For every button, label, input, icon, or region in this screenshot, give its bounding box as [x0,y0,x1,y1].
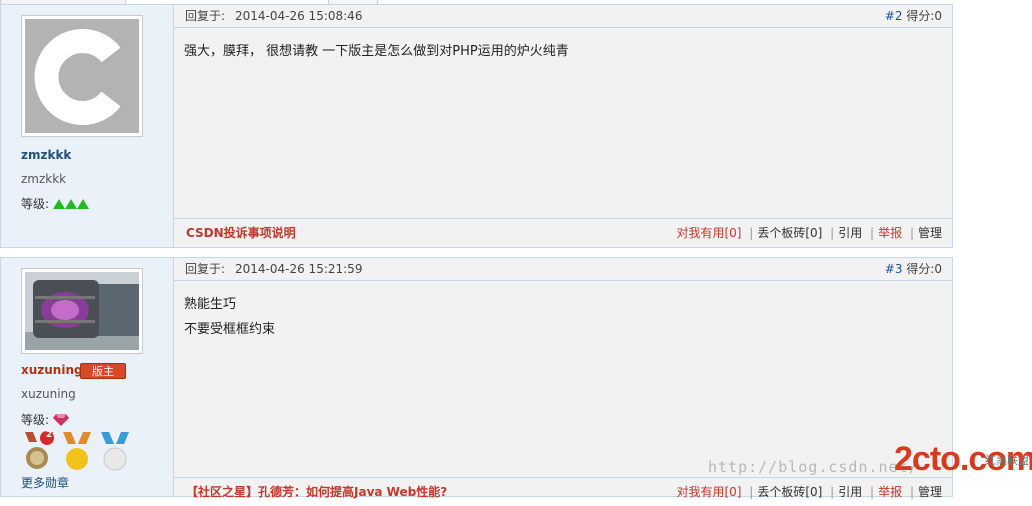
post-header: 回复于: 2014-04-26 15:08:46 #2 得分:0 [174,5,952,28]
brick-button[interactable]: 丢个板砖[0] [757,485,822,499]
reply-label: 回复于: [185,9,226,23]
level-label: 等级: [21,413,50,427]
medals-row: 2 [21,430,131,472]
medals-icon[interactable] [21,430,131,472]
post-actions: 对我有用[0] | 丢个板砖[0] | 引用 | 举报 | 管理 [676,485,942,499]
diamond-icon [53,413,70,426]
reply-time: 2014-04-26 15:21:59 [235,262,363,276]
content-line: 不要受框框约束 [184,322,276,337]
user-level: 等级: [21,411,70,428]
post-header: 回复于: 2014-04-26 15:21:59 #3 得分:0 [174,258,952,281]
report-button[interactable]: 举报 [878,485,902,499]
content-line: 熟能生巧 [184,297,237,312]
user-sidebar: xuzuning 版主 xuzuning 等级: 2 更多勋章 [1,258,174,496]
score: 得分:0 [906,262,942,276]
post-body: 回复于: 2014-04-26 15:08:46 #2 得分:0 强大，膜拜， … [174,5,952,247]
username[interactable]: xuzuning [21,363,83,377]
post-meta: #2 得分:0 [885,5,942,27]
user-level: 等级: [21,195,90,212]
nickname: zmzkkk [21,172,67,186]
floor-link[interactable]: #3 [885,262,903,276]
report-button[interactable]: 举报 [878,226,902,240]
footer-link[interactable]: CSDN投诉事项说明 [186,219,296,247]
useful-button[interactable]: 对我有用[0] [676,485,741,499]
score: 得分:0 [906,9,942,23]
reply-post: zmzkkk zmzkkk 等级: 回复于: 2014-04-26 15:08:… [0,4,953,248]
post-footer: CSDN投诉事项说明 对我有用[0] | 丢个板砖[0] | 引用 | 举报 | 管理 [174,218,952,247]
level-triangles-icon [53,198,90,209]
useful-button[interactable]: 对我有用[0] [676,226,741,240]
brick-button[interactable]: 丢个板砖[0] [757,226,822,240]
blog-watermark: http://blog.csdn.net/ [708,458,919,476]
reply-label: 回复于: [185,262,226,276]
manage-button[interactable]: 管理 [918,485,942,499]
medal-count: 2 [45,430,53,440]
post-meta: #3 得分:0 [885,258,942,280]
footer-link[interactable]: 【社区之星】孔德芳：如何提高Java Web性能? [186,478,447,506]
quote-button[interactable]: 引用 [838,485,862,499]
username[interactable]: zmzkkk [21,148,71,162]
level-label: 等级: [21,197,50,211]
moderator-badge: 版主 [80,363,126,379]
reply-time: 2014-04-26 15:08:46 [235,9,363,23]
avatar[interactable] [21,268,143,354]
floor-link[interactable]: #2 [885,9,903,23]
manage-button[interactable]: 管理 [918,226,942,240]
quote-button[interactable]: 引用 [838,226,862,240]
avatar[interactable] [21,15,143,137]
content-line: 强大，膜拜， 很想请教 一下版主是怎么做到对PHP运用的炉火纯青 [184,44,569,59]
post-content: 强大，膜拜， 很想请教 一下版主是怎么做到对PHP运用的炉火纯青 [184,39,569,64]
post-content: 熟能生巧 不要受框框约束 [184,292,275,342]
nickname: xuzuning [21,387,76,401]
more-medals-link[interactable]: 更多勋章 [21,474,69,491]
user-sidebar: zmzkkk zmzkkk 等级: [1,5,174,247]
avatar-letter-c-icon [25,19,139,133]
post-actions: 对我有用[0] | 丢个板砖[0] | 引用 | 举报 | 管理 [676,226,942,240]
avatar-building-image [25,272,139,350]
post-footer: 【社区之星】孔德芳：如何提高Java Web性能? 对我有用[0] | 丢个板砖[… [174,477,952,506]
site-logo-tag: 红黑联盟 [985,454,1029,467]
